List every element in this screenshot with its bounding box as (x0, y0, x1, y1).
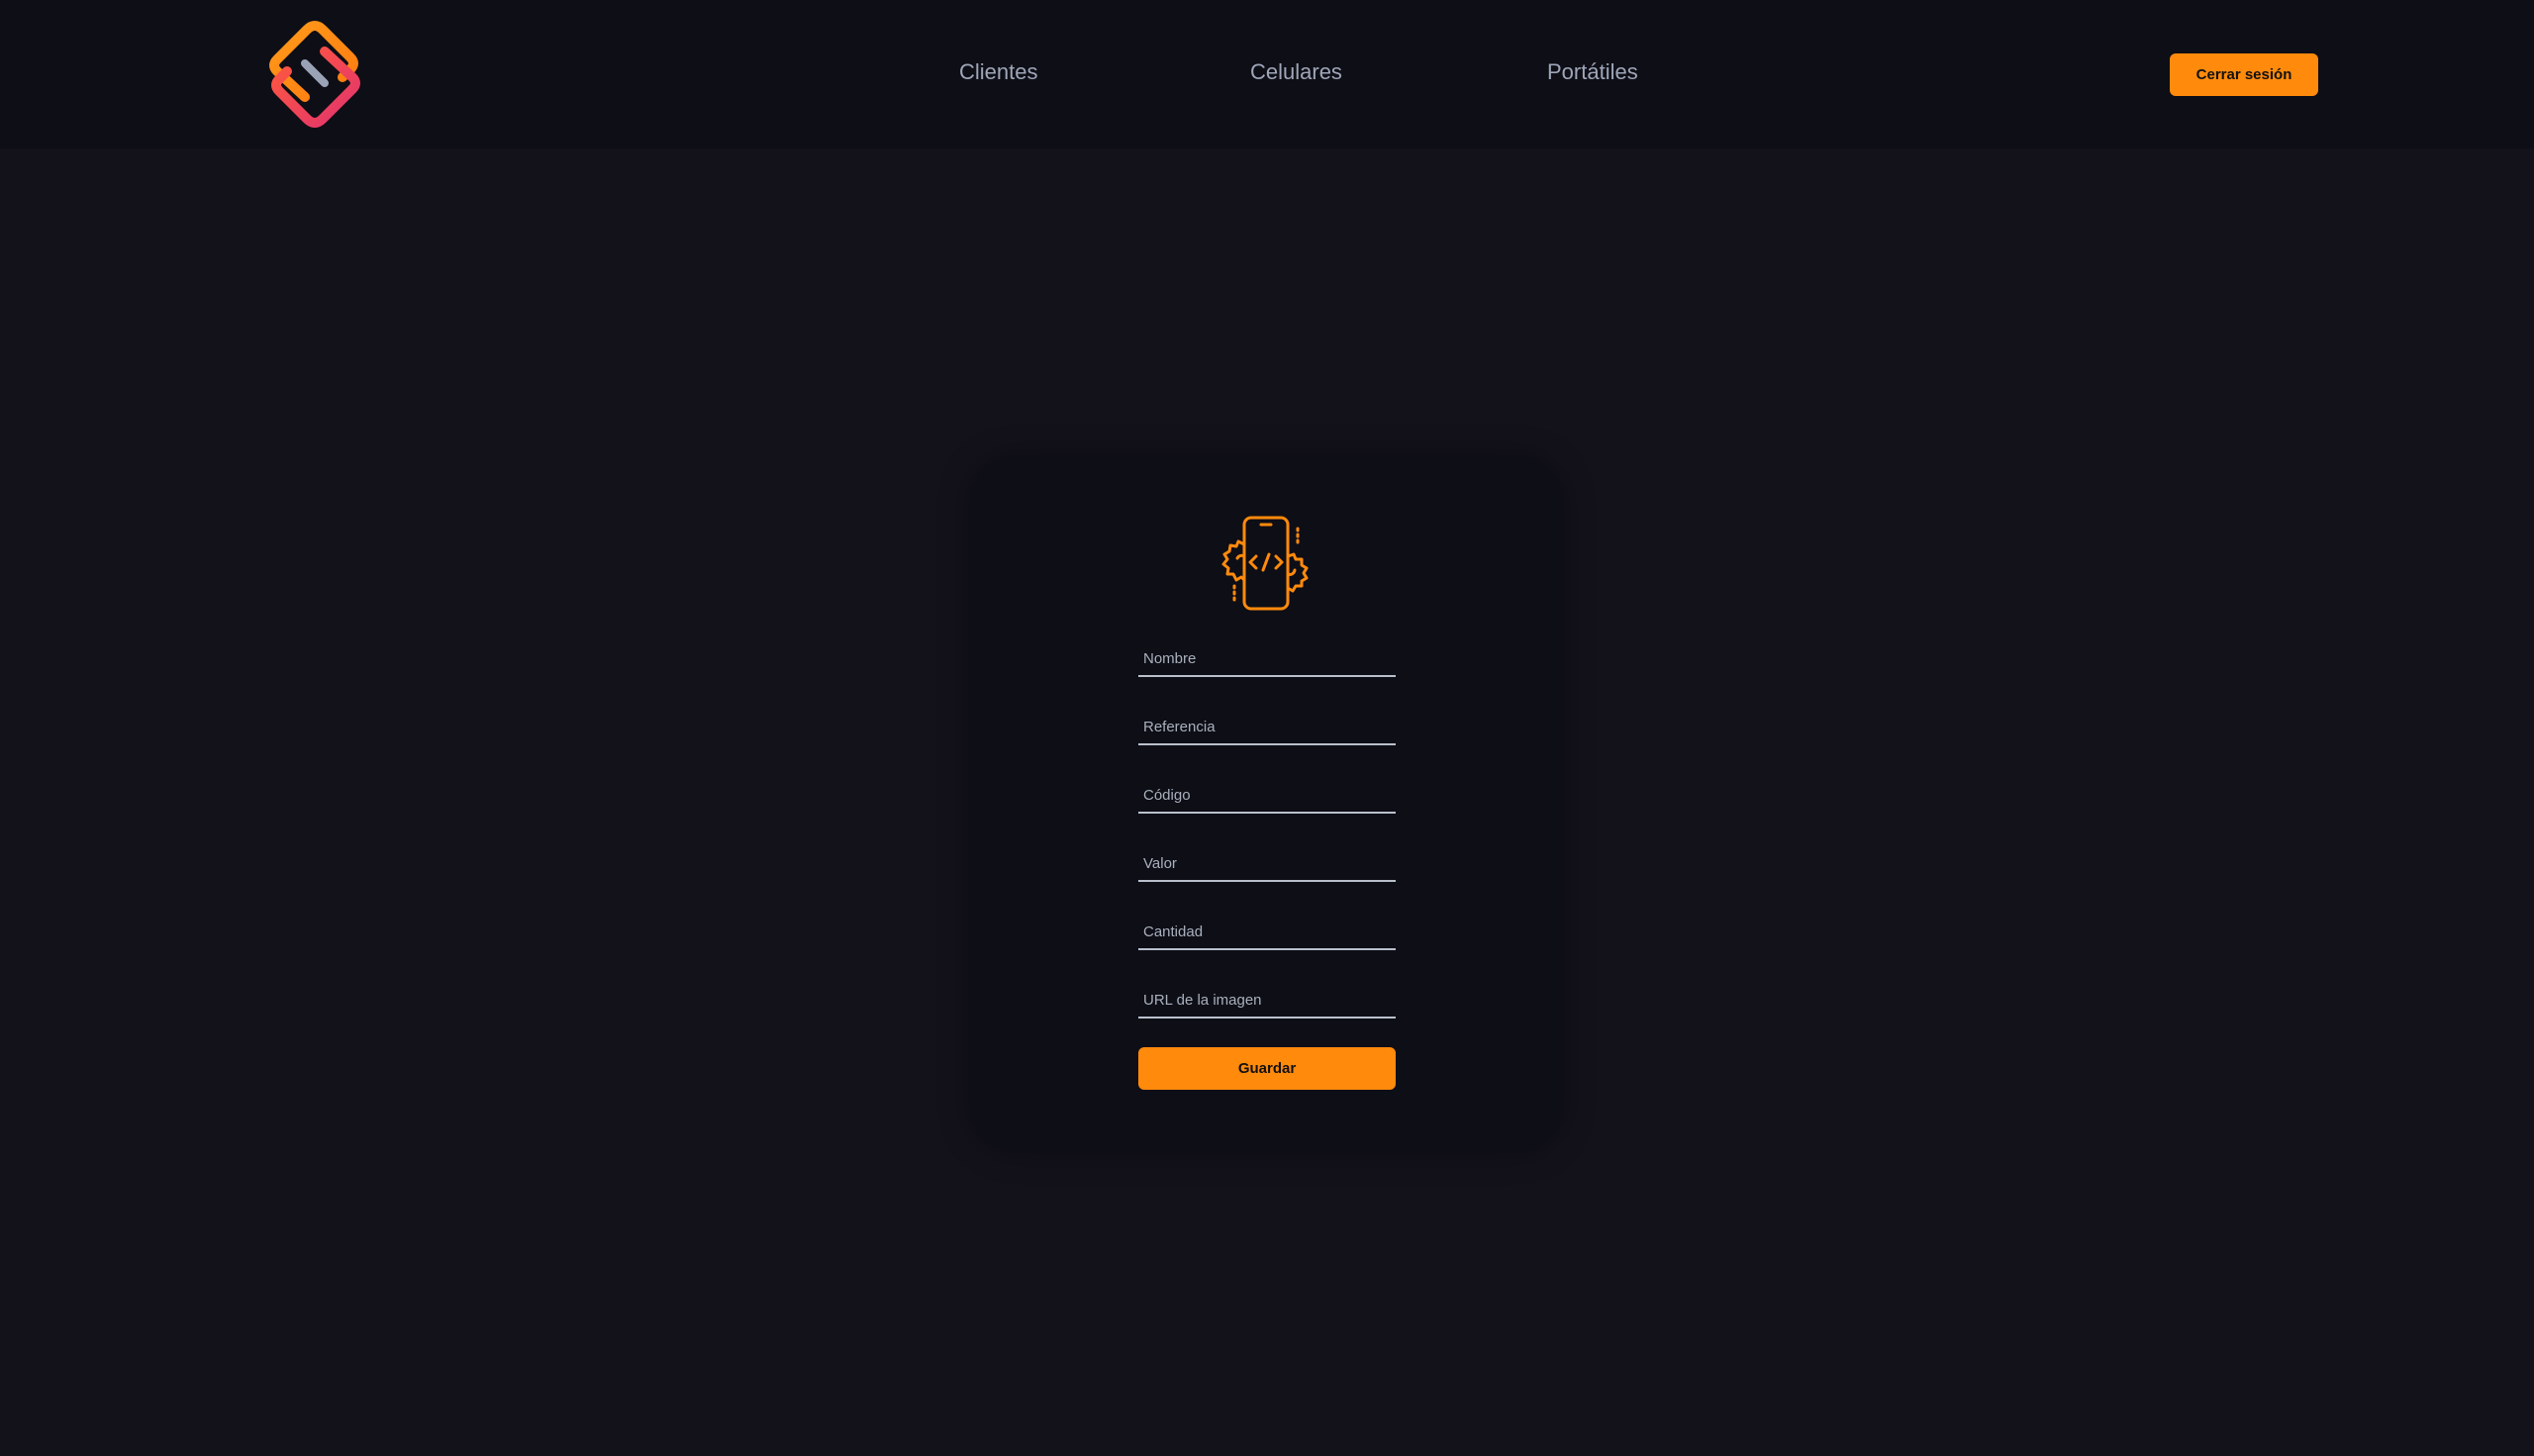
phone-code-gears-icon (1221, 516, 1309, 611)
codigo-field (1138, 780, 1396, 814)
navbar: Clientes Celulares Portátiles Cerrar ses… (0, 0, 2534, 148)
nav-link-portatiles[interactable]: Portátiles (1547, 59, 1638, 85)
valor-field (1138, 848, 1396, 882)
logout-button[interactable]: Cerrar sesión (2170, 53, 2318, 96)
referencia-field (1138, 712, 1396, 745)
cantidad-field (1138, 917, 1396, 950)
referencia-input[interactable] (1138, 712, 1396, 741)
save-button[interactable]: Guardar (1138, 1047, 1396, 1090)
nav-link-clientes[interactable]: Clientes (959, 59, 1037, 85)
nombre-field (1138, 643, 1396, 677)
product-form-card: Guardar (969, 455, 1564, 1153)
codigo-input[interactable] (1138, 780, 1396, 810)
valor-input[interactable] (1138, 848, 1396, 878)
url-imagen-field (1138, 985, 1396, 1019)
brand-s-logo-icon[interactable] (265, 20, 364, 129)
nav-link-celulares[interactable]: Celulares (1250, 59, 1342, 85)
url-imagen-input[interactable] (1138, 985, 1396, 1015)
nombre-input[interactable] (1138, 643, 1396, 673)
cantidad-input[interactable] (1138, 917, 1396, 946)
